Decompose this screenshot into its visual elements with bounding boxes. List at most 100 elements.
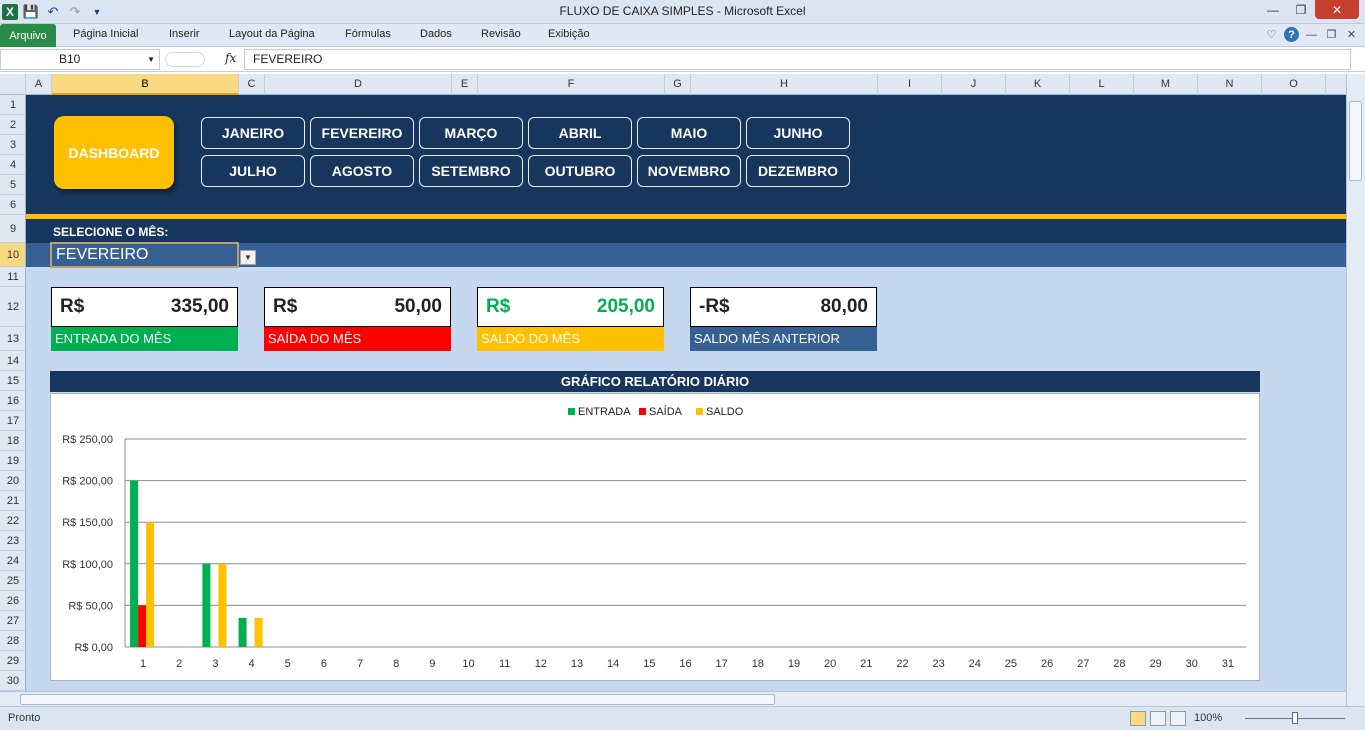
row-header[interactable]: 6 <box>0 195 25 215</box>
kpi-value-box: -R$ 80,00 <box>690 287 877 327</box>
chevron-down-icon[interactable]: ▼ <box>147 50 155 69</box>
row-header[interactable]: 9 <box>0 215 25 243</box>
insert-function-icon[interactable]: fx <box>225 51 236 65</box>
month-button-marco[interactable]: MARÇO <box>419 117 523 149</box>
tab-page-layout[interactable]: Layout da Página <box>229 28 315 40</box>
zoom-slider-thumb[interactable] <box>1292 712 1298 724</box>
month-button-fevereiro[interactable]: FEVEREIRO <box>310 117 414 149</box>
row-header[interactable]: 24 <box>0 551 25 571</box>
row-header[interactable]: 4 <box>0 155 25 175</box>
column-header[interactable]: G <box>665 74 691 95</box>
status-bar: Pronto 100% <box>0 706 1365 730</box>
x-tick-label: 18 <box>752 658 764 670</box>
collapse-ribbon-icon[interactable]: ♡ <box>1264 27 1279 42</box>
x-tick-label: 5 <box>285 658 291 670</box>
close-icon[interactable]: ✕ <box>1315 0 1359 19</box>
x-tick-label: 8 <box>393 658 399 670</box>
row-header[interactable]: 14 <box>0 351 25 371</box>
normal-view-icon[interactable] <box>1130 711 1146 726</box>
month-select-cell[interactable]: FEVEREIRO <box>50 242 239 268</box>
column-header[interactable]: B <box>52 74 239 95</box>
column-header[interactable]: I <box>878 74 942 95</box>
row-header[interactable]: 30 <box>0 671 25 691</box>
tab-formulas[interactable]: Fórmulas <box>345 28 391 40</box>
tab-view[interactable]: Exibição <box>548 28 590 40</box>
vertical-scrollbar[interactable] <box>1346 74 1365 706</box>
row-header[interactable]: 1 <box>0 95 25 115</box>
month-button-junho[interactable]: JUNHO <box>746 117 850 149</box>
column-header[interactable]: K <box>1006 74 1070 95</box>
dashboard-button[interactable]: DASHBOARD <box>54 116 174 189</box>
row-header[interactable]: 22 <box>0 511 25 531</box>
kpi-value: 205,00 <box>596 296 655 317</box>
month-button-maio[interactable]: MAIO <box>637 117 741 149</box>
name-box[interactable]: B10 ▼ <box>0 49 160 70</box>
month-button-abril[interactable]: ABRIL <box>528 117 632 149</box>
tab-file[interactable]: Arquivo <box>0 24 56 47</box>
horizontal-scrollbar[interactable] <box>0 691 1346 706</box>
row-header[interactable]: 13 <box>0 327 25 351</box>
bar-saldo <box>254 617 263 647</box>
column-header[interactable]: O <box>1262 74 1326 95</box>
close-workbook-icon[interactable]: ✕ <box>1344 27 1359 42</box>
month-button-agosto[interactable]: AGOSTO <box>310 155 414 187</box>
row-header[interactable]: 16 <box>0 391 25 411</box>
row-header[interactable]: 18 <box>0 431 25 451</box>
row-header[interactable]: 5 <box>0 175 25 195</box>
row-header[interactable]: 15 <box>0 371 25 391</box>
row-header[interactable]: 2 <box>0 115 25 135</box>
column-header[interactable]: N <box>1198 74 1262 95</box>
daily-report-chart[interactable]: R$ 0,00 R$ 50,00 R$ 100,00 R$ 150,00 R$ 200,… <box>50 393 1260 681</box>
row-header[interactable]: 20 <box>0 471 25 491</box>
row-header[interactable]: 26 <box>0 591 25 611</box>
x-tick-label: 10 <box>462 658 474 670</box>
minimize-workbook-icon[interactable]: — <box>1304 27 1319 42</box>
formula-input[interactable]: FEVEREIRO <box>244 49 1351 70</box>
column-header[interactable]: H <box>691 74 878 95</box>
row-header[interactable]: 28 <box>0 631 25 651</box>
row-header[interactable]: 3 <box>0 135 25 155</box>
page-layout-view-icon[interactable] <box>1150 711 1166 726</box>
restore-icon[interactable]: ❐ <box>1287 0 1315 19</box>
scroll-thumb[interactable] <box>1349 101 1362 181</box>
column-header[interactable]: L <box>1070 74 1134 95</box>
x-tick-label: 16 <box>679 658 691 670</box>
month-button-novembro[interactable]: NOVEMBRO <box>637 155 741 187</box>
scroll-thumb[interactable] <box>20 694 775 705</box>
zoom-level[interactable]: 100% <box>1194 712 1222 724</box>
x-tick-label: 24 <box>969 658 981 670</box>
minimize-icon[interactable]: — <box>1259 0 1287 19</box>
month-button-julho[interactable]: JULHO <box>201 155 305 187</box>
column-header[interactable]: J <box>942 74 1006 95</box>
tab-data[interactable]: Dados <box>420 28 452 40</box>
chevron-down-icon[interactable]: ▼ <box>240 250 256 265</box>
tab-home[interactable]: Página Inicial <box>73 28 138 40</box>
column-header[interactable]: F <box>478 74 665 95</box>
month-button-setembro[interactable]: SETEMBRO <box>419 155 523 187</box>
row-header[interactable]: 19 <box>0 451 25 471</box>
restore-workbook-icon[interactable]: ❐ <box>1324 27 1339 42</box>
row-header[interactable]: 17 <box>0 411 25 431</box>
row-header[interactable]: 12 <box>0 287 25 327</box>
month-button-janeiro[interactable]: JANEIRO <box>201 117 305 149</box>
row-header[interactable]: 21 <box>0 491 25 511</box>
row-header[interactable]: 23 <box>0 531 25 551</box>
column-header[interactable]: C <box>239 74 265 95</box>
row-header[interactable]: 29 <box>0 651 25 671</box>
column-header[interactable]: M <box>1134 74 1198 95</box>
row-header[interactable]: 25 <box>0 571 25 591</box>
month-button-dezembro[interactable]: DEZEMBRO <box>746 155 850 187</box>
tab-review[interactable]: Revisão <box>481 28 521 40</box>
page-break-view-icon[interactable] <box>1170 711 1186 726</box>
tab-insert[interactable]: Inserir <box>169 28 200 40</box>
month-button-outubro[interactable]: OUTUBRO <box>528 155 632 187</box>
worksheet[interactable]: DASHBOARD JANEIRO FEVEREIRO MARÇO ABRIL … <box>26 95 1346 691</box>
column-header[interactable]: E <box>452 74 478 95</box>
column-header[interactable]: D <box>265 74 452 95</box>
row-header[interactable]: 27 <box>0 611 25 631</box>
select-all-corner[interactable] <box>0 74 26 95</box>
row-header[interactable]: 11 <box>0 267 25 287</box>
column-header[interactable]: A <box>26 74 52 95</box>
help-icon[interactable]: ? <box>1284 27 1299 42</box>
row-header[interactable]: 10 <box>0 243 25 267</box>
